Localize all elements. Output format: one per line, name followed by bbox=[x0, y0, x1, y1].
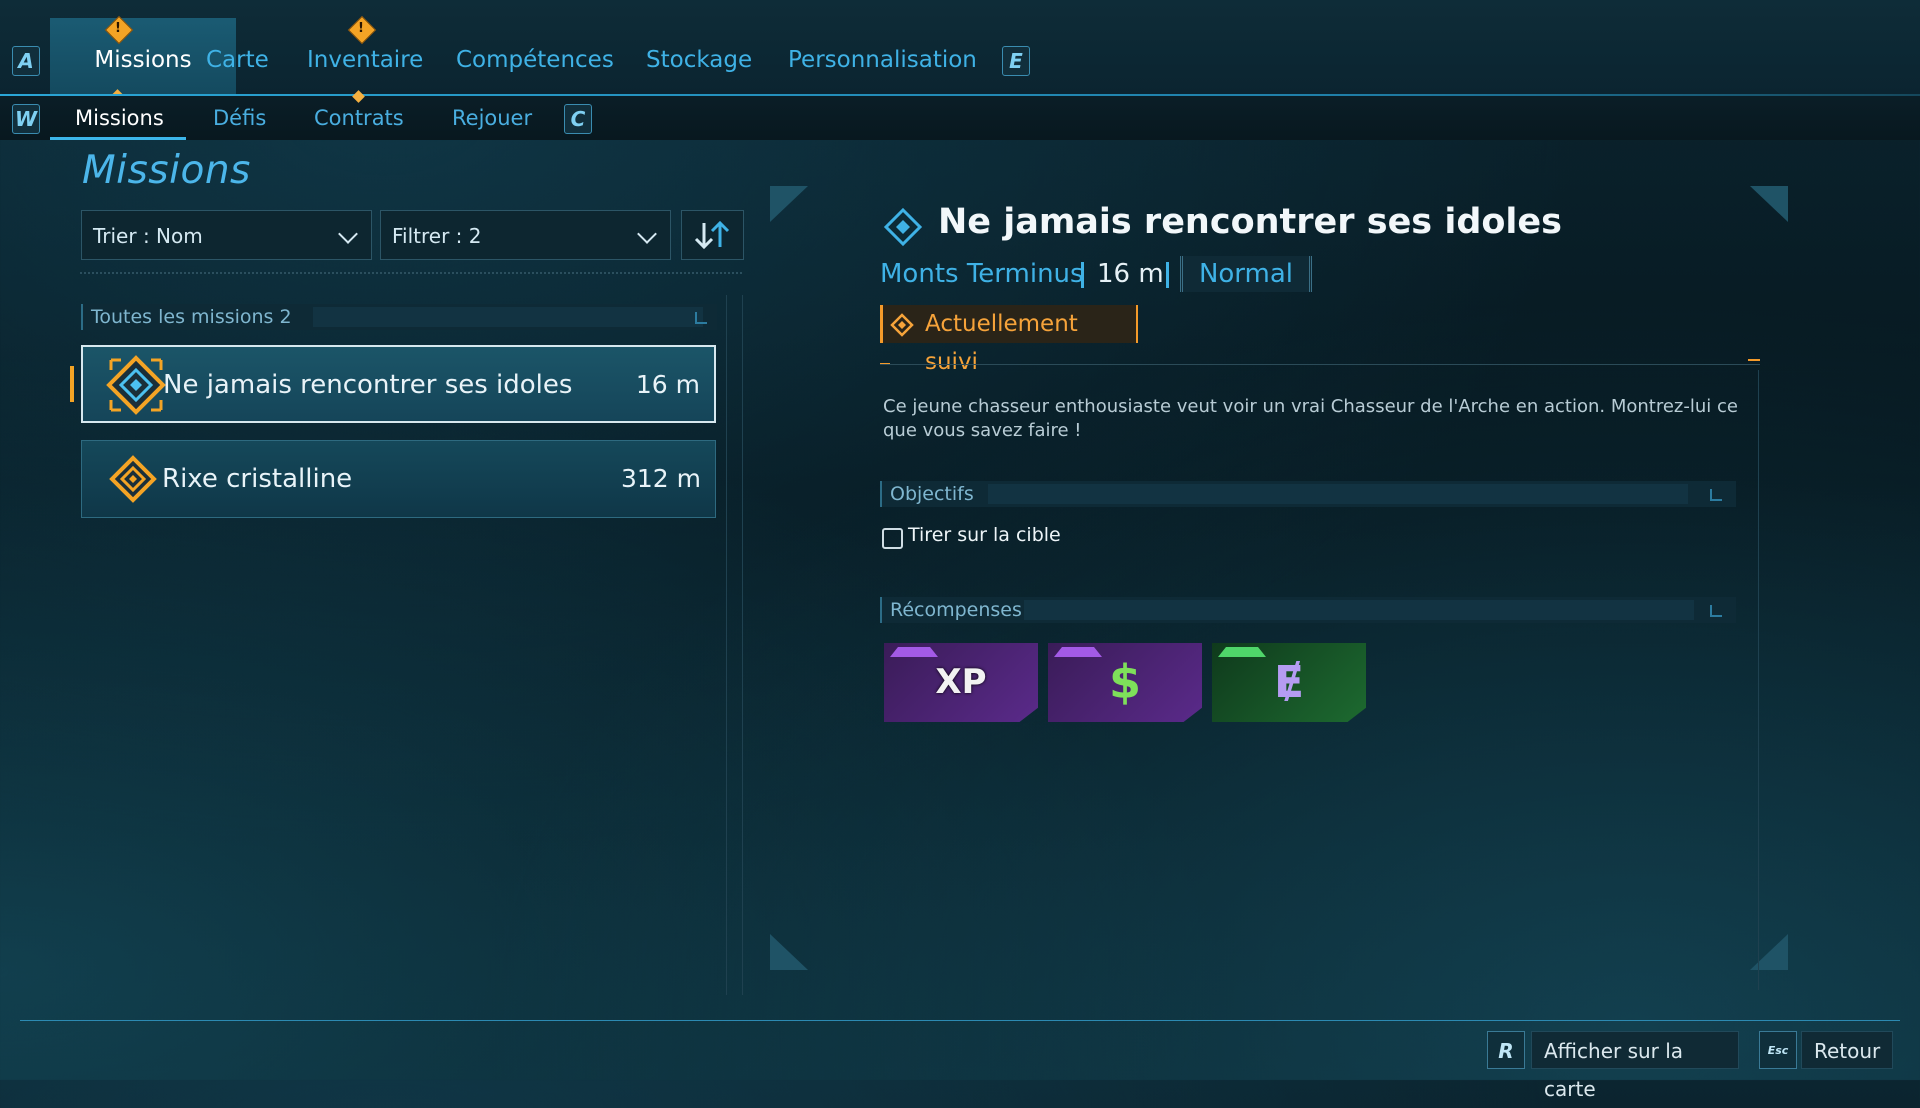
mission-name: Ne jamais rencontrer ses idoles bbox=[163, 370, 573, 400]
filter-dropdown[interactable]: Filtrer : 2 bbox=[380, 210, 671, 260]
show-on-map-button[interactable]: Afficher sur la carte bbox=[1531, 1031, 1739, 1101]
collapse-arrow-icon bbox=[1710, 605, 1722, 617]
prev-tab-key-hint[interactable]: A bbox=[12, 46, 40, 76]
objectives-header-label: Objectifs bbox=[890, 483, 974, 505]
mission-diamond-icon bbox=[883, 207, 923, 247]
chevron-down-icon bbox=[637, 224, 657, 244]
header-band bbox=[1024, 600, 1694, 620]
mission-distance: 312 m bbox=[620, 464, 701, 493]
detail-divider bbox=[880, 364, 1760, 365]
sort-dropdown-label: Trier : Nom bbox=[93, 224, 203, 248]
collapse-arrow-icon bbox=[1710, 489, 1722, 501]
mission-diamond-icon bbox=[109, 455, 157, 503]
group-header-label: Toutes les missions 2 bbox=[91, 306, 292, 328]
tracked-status-badge: Actuellement suivi bbox=[880, 305, 1138, 375]
tab-carte[interactable]: Carte bbox=[186, 18, 289, 94]
alert-mark: ! bbox=[358, 21, 364, 36]
reward-xp[interactable]: XP bbox=[884, 643, 1038, 722]
detail-scroll-track[interactable] bbox=[1758, 370, 1759, 990]
panel-divider bbox=[742, 295, 743, 995]
escape-key-hint[interactable]: Esc bbox=[1759, 1031, 1797, 1069]
mission-location: Monts Terminus bbox=[880, 259, 1084, 289]
subtab-rejouer[interactable]: Rejouer bbox=[452, 96, 532, 140]
next-subtab-key-hint[interactable]: C bbox=[564, 104, 592, 134]
mission-row[interactable]: Rixe cristalline 312 m bbox=[81, 440, 716, 518]
xp-icon: XP bbox=[935, 662, 987, 702]
separator bbox=[1081, 262, 1084, 288]
subtab-missions[interactable]: Missions bbox=[75, 96, 164, 140]
tracked-status-label: Actuellement suivi bbox=[925, 311, 1078, 375]
separator bbox=[1166, 262, 1169, 288]
chevron-down-icon bbox=[338, 224, 358, 244]
mission-distance: 16 m bbox=[1097, 259, 1164, 289]
group-header: Toutes les missions 2 bbox=[81, 304, 717, 330]
reward-eridium[interactable]: Ɇ bbox=[1212, 643, 1366, 722]
alert-mark: ! bbox=[115, 21, 121, 36]
sub-navigation-bar bbox=[0, 96, 1920, 140]
mission-name: Rixe cristalline bbox=[162, 464, 353, 494]
sort-dropdown[interactable]: Trier : Nom bbox=[81, 210, 372, 260]
tracked-target-icon bbox=[890, 313, 914, 337]
mission-distance: 16 m bbox=[635, 370, 700, 399]
prev-subtab-key-hint[interactable]: W bbox=[12, 104, 40, 134]
objective-checkbox bbox=[882, 528, 903, 549]
subtab-contrats[interactable]: Contrats bbox=[314, 96, 404, 140]
tab-stockage[interactable]: Stockage bbox=[626, 18, 772, 94]
panel-title: Missions bbox=[82, 148, 251, 193]
objective-text: Tirer sur la cible bbox=[908, 524, 1061, 546]
sort-down-up-icon bbox=[694, 220, 730, 250]
rewards-header-label: Récompenses bbox=[890, 599, 1022, 621]
list-scroll-track[interactable] bbox=[726, 295, 727, 995]
money-icon: $ bbox=[1108, 655, 1141, 709]
subtab-defis[interactable]: Défis bbox=[213, 96, 266, 140]
reward-money[interactable]: $ bbox=[1048, 643, 1202, 722]
collapse-arrow-icon bbox=[695, 312, 707, 324]
header-band bbox=[313, 307, 703, 327]
active-subtab-underline bbox=[50, 137, 186, 140]
difficulty-badge: Normal bbox=[1180, 256, 1312, 292]
filter-dropdown-label: Filtrer : 2 bbox=[392, 224, 482, 248]
tab-personnalisation[interactable]: Personnalisation bbox=[768, 18, 997, 94]
divider bbox=[80, 272, 742, 274]
tracked-mission-diamond-icon bbox=[106, 355, 166, 415]
eridium-icon: Ɇ bbox=[1273, 657, 1305, 708]
mission-row[interactable]: Ne jamais rencontrer ses idoles 16 m bbox=[81, 345, 716, 423]
selection-indicator bbox=[70, 366, 74, 402]
sort-direction-button[interactable] bbox=[681, 210, 744, 260]
objectives-header: Objectifs bbox=[880, 481, 1736, 507]
mission-title: Ne jamais rencontrer ses idoles bbox=[938, 202, 1562, 242]
header-band bbox=[988, 484, 1688, 504]
rewards-header: Récompenses bbox=[880, 597, 1736, 623]
next-tab-key-hint[interactable]: E bbox=[1002, 46, 1030, 76]
tab-competences[interactable]: Compétences bbox=[436, 18, 634, 94]
mission-description: Ce jeune chasseur enthousiaste veut voir… bbox=[883, 396, 1738, 441]
bottom-bar-divider bbox=[20, 1020, 1900, 1021]
back-button[interactable]: Retour bbox=[1801, 1031, 1893, 1069]
map-key-hint[interactable]: R bbox=[1487, 1031, 1525, 1069]
